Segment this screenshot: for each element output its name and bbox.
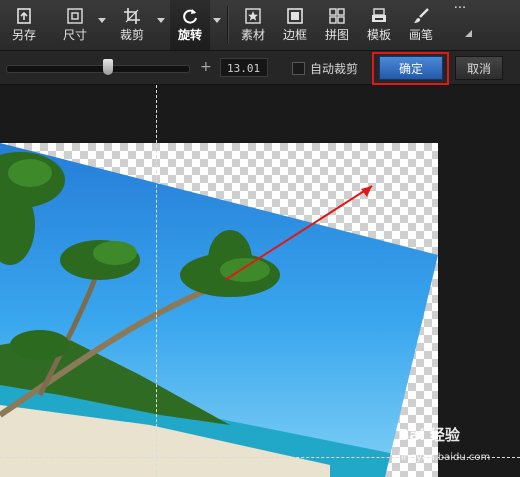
rotated-photo bbox=[0, 143, 438, 477]
brush-button[interactable]: 画笔 bbox=[404, 0, 438, 50]
size-dropdown-caret[interactable] bbox=[98, 18, 106, 23]
material-button[interactable]: 素材 bbox=[236, 0, 270, 50]
brush-icon bbox=[410, 6, 432, 26]
crop-label: 裁剪 bbox=[119, 28, 144, 42]
border-label: 边框 bbox=[282, 28, 307, 42]
auto-crop-checkbox[interactable] bbox=[292, 62, 305, 75]
save-as-icon bbox=[13, 6, 35, 26]
resize-icon bbox=[64, 6, 86, 26]
crop-dropdown-caret[interactable] bbox=[157, 18, 165, 23]
rotation-slider-track[interactable] bbox=[6, 65, 190, 73]
watermark-url: jingyan.baidu.com bbox=[398, 452, 491, 463]
crop-icon bbox=[121, 6, 143, 26]
collage-label: 拼图 bbox=[324, 28, 349, 42]
collage-button[interactable]: 拼图 bbox=[320, 0, 354, 50]
save-as-button[interactable]: 另存 bbox=[6, 0, 42, 50]
rotation-angle-input[interactable]: 13.01 bbox=[220, 58, 268, 77]
rotation-slider-thumb[interactable] bbox=[103, 59, 113, 75]
size-label: 尺寸 bbox=[62, 28, 87, 42]
image-canvas[interactable] bbox=[0, 85, 520, 477]
frame-icon bbox=[284, 6, 306, 26]
grid-icon bbox=[326, 6, 348, 26]
rotate-dropdown-caret[interactable] bbox=[213, 18, 221, 23]
template-label: 模板 bbox=[366, 28, 391, 42]
template-button[interactable]: 模板 bbox=[362, 0, 396, 50]
cancel-button[interactable]: 取消 bbox=[455, 56, 503, 80]
rotate-label: 旋转 bbox=[177, 28, 202, 42]
auto-crop-label: 自动裁剪 bbox=[310, 62, 359, 76]
crop-button[interactable]: 裁剪 bbox=[114, 0, 150, 50]
plus-icon[interactable]: + bbox=[200, 59, 212, 75]
vertical-crop-guide bbox=[156, 85, 157, 477]
brush-label: 画笔 bbox=[408, 28, 433, 42]
expand-corner-icon[interactable] bbox=[465, 30, 472, 37]
template-icon bbox=[368, 6, 390, 26]
toolbar-divider bbox=[227, 6, 228, 44]
star-icon bbox=[242, 6, 264, 26]
main-toolbar: 另存 尺寸 裁剪 旋转 素材 边框 拼图 模板 画笔 ··· bbox=[0, 0, 520, 51]
rotate-button[interactable]: 旋转 bbox=[170, 0, 210, 50]
size-button[interactable]: 尺寸 bbox=[58, 0, 92, 50]
highlight-box bbox=[372, 52, 449, 85]
rotate-icon bbox=[179, 6, 201, 26]
border-button[interactable]: 边框 bbox=[278, 0, 312, 50]
baidu-watermark: Bai 经验 bbox=[398, 426, 460, 444]
more-label: ··· bbox=[453, 1, 467, 16]
material-label: 素材 bbox=[240, 28, 265, 42]
more-button[interactable]: ··· bbox=[446, 0, 474, 50]
save-as-label: 另存 bbox=[11, 28, 36, 42]
